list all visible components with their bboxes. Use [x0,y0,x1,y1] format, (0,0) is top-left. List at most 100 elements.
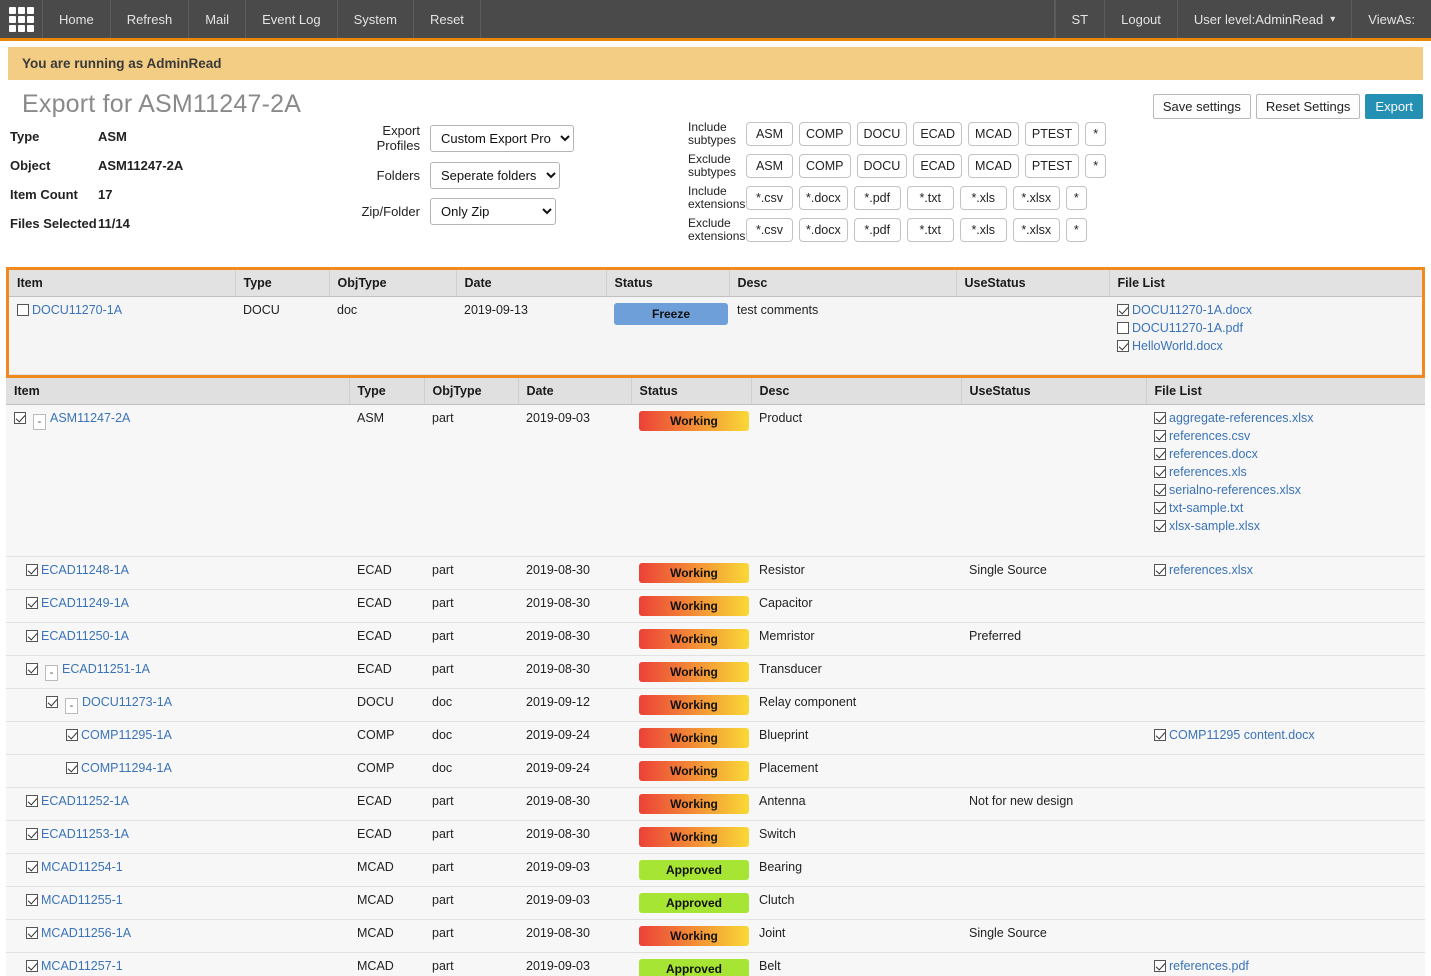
table-row[interactable]: MCAD11254-1 MCAD part 2019-09-03 Approved Bea… [6,853,1425,887]
main-item-link-0[interactable]: ASM11247-2A [50,411,130,425]
table-row[interactable]: DOCU11270-1A DOCU doc 2019-09-13 Freeze test … [9,296,1422,375]
main-file-link-0-0[interactable]: aggregate-references.xlsx [1169,411,1314,425]
main-file-item-0-3[interactable]: references.xls [1154,465,1417,479]
hl-file-link-0-1[interactable]: DOCU11270-1A.pdf [1132,321,1243,335]
filter-chip-exclude-subtypes-comp[interactable]: COMP [799,154,851,178]
main-file-item-13-0[interactable]: references.pdf [1154,959,1417,973]
hl-file-link-0-0[interactable]: DOCU11270-1A.docx [1132,303,1252,317]
save-settings-button[interactable]: Save settings [1152,94,1251,119]
main-item-link-3[interactable]: ECAD11250-1A [41,629,129,643]
col-header-status[interactable]: Status [606,270,730,297]
table-row[interactable]: - DOCU11273-1A DOCU doc 2019-09-12 Working Rel… [6,688,1425,722]
nav-item-refresh[interactable]: Refresh [111,0,190,38]
main-row-checkbox-10[interactable] [26,861,38,873]
main-file-item-0-0[interactable]: aggregate-references.xlsx [1154,411,1417,425]
main-row-checkbox-12[interactable] [26,927,38,939]
filter-chip-exclude-extensions-docx[interactable]: *.docx [799,218,848,242]
main-row-checkbox-2[interactable] [26,597,38,609]
table-row[interactable]: - ECAD11251-1A ECAD part 2019-08-30 Working Tr… [6,655,1425,689]
main-col-header-filelist[interactable]: File List [1146,378,1425,405]
main-file-checkbox-6-0[interactable] [1154,729,1166,741]
filter-chip-include-subtypes-ecad[interactable]: ECAD [913,122,963,146]
main-file-item-0-2[interactable]: references.docx [1154,447,1417,461]
main-col-header-usestatus[interactable]: UseStatus [961,378,1147,405]
filter-chip-exclude-subtypes-ptest[interactable]: PTEST [1024,154,1080,178]
main-row-checkbox-7[interactable] [66,762,78,774]
filter-chip-include-subtypes-mcad[interactable]: MCAD [968,122,1019,146]
col-header-type[interactable]: Type [235,270,330,297]
hl-file-item-0-2[interactable]: HelloWorld.docx [1117,339,1414,353]
reset-settings-button[interactable]: Reset Settings [1255,94,1361,119]
filter-chip-include-extensions-xls[interactable]: *.xls [959,186,1007,210]
main-col-header-type[interactable]: Type [349,378,425,405]
hl-file-checkbox-0-2[interactable] [1117,340,1129,352]
main-file-item-0-5[interactable]: txt-sample.txt [1154,501,1417,515]
main-row-expander-4[interactable]: - [45,665,58,681]
main-file-item-6-0[interactable]: COMP11295 content.docx [1154,728,1417,742]
col-header-objtype[interactable]: ObjType [329,270,457,297]
hl-file-link-0-2[interactable]: HelloWorld.docx [1132,339,1223,353]
main-row-checkbox-13[interactable] [26,960,38,972]
filter-chip-exclude-subtypes-docu[interactable]: DOCU [856,154,908,178]
table-row[interactable]: COMP11294-1A COMP doc 2019-09-24 Working Plac… [6,754,1425,788]
hl-file-checkbox-0-0[interactable] [1117,304,1129,316]
table-row[interactable]: - ASM11247-2A ASM part 2019-09-03 Working Prod… [6,404,1425,557]
main-row-checkbox-8[interactable] [26,795,38,807]
main-col-header-item[interactable]: Item [6,378,350,405]
main-row-expander-5[interactable]: - [65,698,78,714]
table-row[interactable]: COMP11295-1A COMP doc 2019-09-24 Working Blue… [6,721,1425,755]
filter-chip-exclude-extensions-xlsx[interactable]: *.xlsx [1012,218,1060,242]
filter-chip-exclude-subtypes-all[interactable]: * [1085,154,1107,178]
export-button[interactable]: Export [1365,94,1423,119]
col-header-usestatus[interactable]: UseStatus [956,270,1110,297]
filter-chip-exclude-extensions-txt[interactable]: *.txt [906,218,954,242]
main-row-checkbox-0[interactable] [14,412,26,424]
main-row-checkbox-4[interactable] [26,663,38,675]
main-col-header-status[interactable]: Status [631,378,752,405]
hl-file-checkbox-0-1[interactable] [1117,322,1129,334]
main-file-link-0-3[interactable]: references.xls [1169,465,1247,479]
main-file-link-13-0[interactable]: references.pdf [1169,959,1249,973]
zip-folder-select[interactable]: Only Zip [430,198,556,225]
col-header-date[interactable]: Date [456,270,607,297]
filter-chip-include-subtypes-all[interactable]: * [1085,122,1107,146]
filter-chip-include-subtypes-docu[interactable]: DOCU [856,122,908,146]
main-file-checkbox-0-4[interactable] [1154,484,1166,496]
main-file-item-1-0[interactable]: references.xlsx [1154,563,1417,577]
filter-chip-include-subtypes-ptest[interactable]: PTEST [1024,122,1080,146]
main-file-link-0-1[interactable]: references.csv [1169,429,1250,443]
filter-chip-include-extensions-csv[interactable]: *.csv [746,186,793,210]
main-file-checkbox-0-0[interactable] [1154,412,1166,424]
main-file-link-1-0[interactable]: references.xlsx [1169,563,1253,577]
main-file-checkbox-0-1[interactable] [1154,430,1166,442]
main-row-expander-0[interactable]: - [33,414,46,430]
table-row[interactable]: MCAD11257-1 MCAD part 2019-09-03 Approved Bel… [6,952,1425,976]
filter-chip-exclude-subtypes-asm[interactable]: ASM [746,154,793,178]
filter-chip-include-subtypes-comp[interactable]: COMP [799,122,851,146]
main-row-checkbox-1[interactable] [26,564,38,576]
main-file-link-0-4[interactable]: serialno-references.xlsx [1169,483,1301,497]
col-header-filelist[interactable]: File List [1109,270,1422,297]
nav-item-reset[interactable]: Reset [414,0,481,38]
main-item-link-7[interactable]: COMP11294-1A [81,761,172,775]
filter-chip-exclude-subtypes-mcad[interactable]: MCAD [968,154,1019,178]
main-item-link-6[interactable]: COMP11295-1A [81,728,172,742]
main-file-checkbox-13-0[interactable] [1154,960,1166,972]
nav-item-home[interactable]: Home [43,0,111,38]
user-level-dropdown[interactable]: User level:AdminRead ▾ [1178,0,1353,38]
main-file-link-6-0[interactable]: COMP11295 content.docx [1169,728,1315,742]
main-row-checkbox-3[interactable] [26,630,38,642]
main-item-link-2[interactable]: ECAD11249-1A [41,596,129,610]
filter-chip-include-extensions-pdf[interactable]: *.pdf [853,186,901,210]
filter-chip-include-extensions-xlsx[interactable]: *.xlsx [1012,186,1060,210]
main-item-link-13[interactable]: MCAD11257-1 [41,959,123,973]
main-file-checkbox-0-2[interactable] [1154,448,1166,460]
nav-item-event-log[interactable]: Event Log [246,0,338,38]
main-col-header-desc[interactable]: Desc [751,378,962,405]
main-item-link-5[interactable]: DOCU11273-1A [82,695,172,709]
table-row[interactable]: ECAD11253-1A ECAD part 2019-08-30 Working Swi… [6,820,1425,854]
hl-item-link-0[interactable]: DOCU11270-1A [32,303,122,317]
main-item-link-12[interactable]: MCAD11256-1A [41,926,131,940]
filter-chip-exclude-subtypes-ecad[interactable]: ECAD [913,154,963,178]
main-row-checkbox-5[interactable] [46,696,58,708]
